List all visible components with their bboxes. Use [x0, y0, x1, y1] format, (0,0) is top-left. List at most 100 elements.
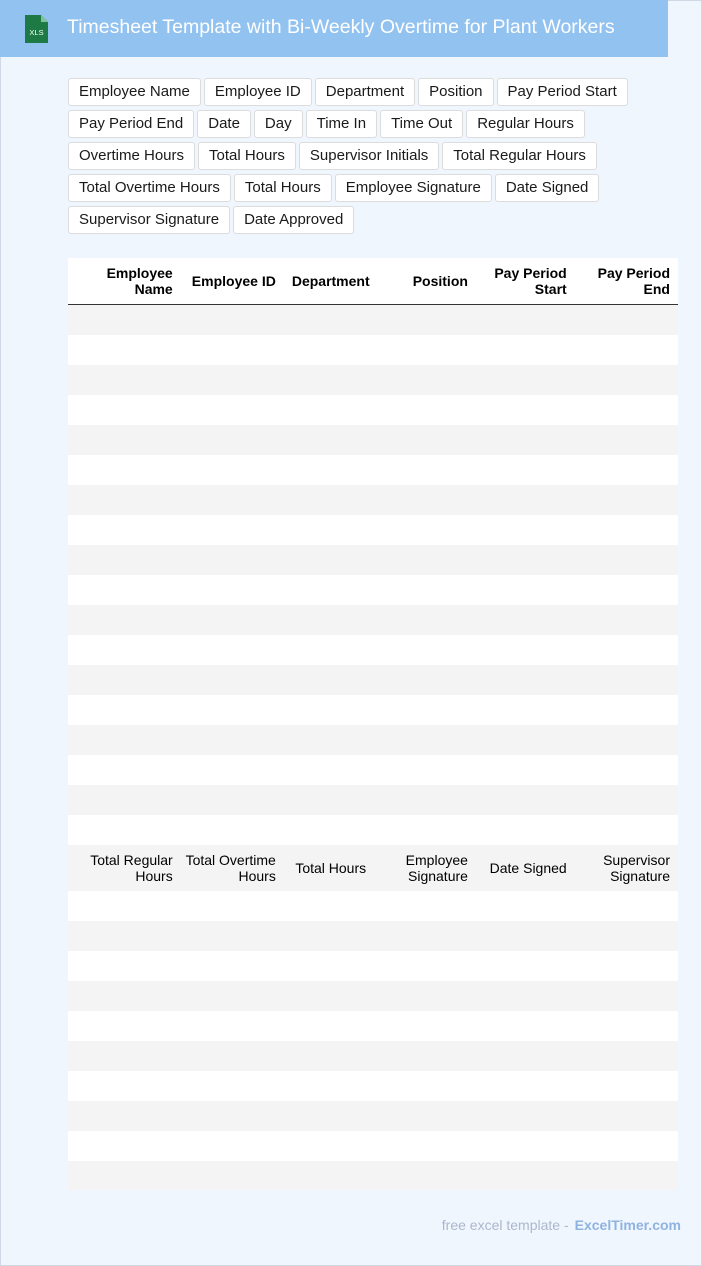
- table-cell[interactable]: [377, 695, 476, 725]
- table-cell[interactable]: [180, 335, 284, 365]
- table-cell[interactable]: [475, 395, 575, 425]
- table-cell[interactable]: [475, 1011, 575, 1041]
- table-cell[interactable]: [377, 1041, 476, 1071]
- table-cell[interactable]: [475, 785, 575, 815]
- table-cell[interactable]: [180, 665, 284, 695]
- table-cell[interactable]: [283, 1101, 378, 1131]
- table-cell[interactable]: [377, 335, 476, 365]
- table-cell[interactable]: [283, 951, 378, 981]
- table-cell[interactable]: [77, 1161, 181, 1190]
- table-cell[interactable]: [377, 605, 476, 635]
- table-cell[interactable]: [180, 395, 284, 425]
- table-cell[interactable]: [574, 335, 678, 365]
- table-cell[interactable]: [180, 635, 284, 665]
- table-cell[interactable]: [180, 304, 284, 335]
- table-cell[interactable]: [180, 1101, 284, 1131]
- table-cell[interactable]: [377, 545, 476, 575]
- table-cell[interactable]: [475, 575, 575, 605]
- table-cell[interactable]: [77, 785, 181, 815]
- table-cell[interactable]: [475, 1041, 575, 1071]
- table-cell[interactable]: [475, 304, 575, 335]
- table-cell[interactable]: [77, 725, 181, 755]
- table-cell[interactable]: [283, 575, 378, 605]
- table-cell[interactable]: [475, 891, 575, 921]
- table-cell[interactable]: [77, 951, 181, 981]
- table-cell[interactable]: [475, 335, 575, 365]
- table-cell[interactable]: [283, 755, 378, 785]
- table-cell[interactable]: [77, 1131, 181, 1161]
- table-cell[interactable]: [180, 545, 284, 575]
- table-cell[interactable]: [574, 425, 678, 455]
- table-cell[interactable]: [180, 1011, 284, 1041]
- table-cell[interactable]: [377, 1071, 476, 1101]
- table-cell[interactable]: [377, 981, 476, 1011]
- table-cell[interactable]: [574, 545, 678, 575]
- table-cell[interactable]: [377, 921, 476, 951]
- table-cell[interactable]: [475, 545, 575, 575]
- table-cell[interactable]: [475, 455, 575, 485]
- table-cell[interactable]: [574, 365, 678, 395]
- table-cell[interactable]: [77, 304, 181, 335]
- table-cell[interactable]: [377, 635, 476, 665]
- table-cell[interactable]: [180, 485, 284, 515]
- table-cell[interactable]: [574, 1101, 678, 1131]
- table-cell[interactable]: [180, 891, 284, 921]
- table-cell[interactable]: [574, 1161, 678, 1190]
- table-cell[interactable]: [283, 365, 378, 395]
- table-cell[interactable]: [574, 725, 678, 755]
- table-cell[interactable]: [77, 365, 181, 395]
- table-cell[interactable]: [574, 951, 678, 981]
- table-cell[interactable]: [180, 1131, 284, 1161]
- table-cell[interactable]: [283, 695, 378, 725]
- table-cell[interactable]: [180, 1071, 284, 1101]
- table-cell[interactable]: [574, 485, 678, 515]
- table-cell[interactable]: [574, 1131, 678, 1161]
- table-cell[interactable]: [77, 485, 181, 515]
- table-cell[interactable]: [377, 425, 476, 455]
- table-cell[interactable]: [283, 815, 378, 845]
- table-cell[interactable]: [283, 395, 378, 425]
- table-cell[interactable]: [77, 921, 181, 951]
- table-cell[interactable]: [475, 815, 575, 845]
- table-cell[interactable]: [77, 515, 181, 545]
- table-cell[interactable]: [283, 725, 378, 755]
- table-cell[interactable]: [180, 605, 284, 635]
- table-cell[interactable]: [283, 425, 378, 455]
- table-cell[interactable]: [475, 1071, 575, 1101]
- table-cell[interactable]: [77, 891, 181, 921]
- table-cell[interactable]: [283, 891, 378, 921]
- table-cell[interactable]: [77, 635, 181, 665]
- table-cell[interactable]: [77, 665, 181, 695]
- table-cell[interactable]: [180, 725, 284, 755]
- table-cell[interactable]: [283, 605, 378, 635]
- table-cell[interactable]: [377, 1011, 476, 1041]
- table-cell[interactable]: [475, 365, 575, 395]
- table-cell[interactable]: [180, 695, 284, 725]
- table-cell[interactable]: [574, 921, 678, 951]
- table-cell[interactable]: [574, 1011, 678, 1041]
- table-cell[interactable]: [475, 725, 575, 755]
- table-cell[interactable]: [283, 515, 378, 545]
- table-cell[interactable]: [377, 304, 476, 335]
- table-cell[interactable]: [574, 304, 678, 335]
- table-cell[interactable]: [77, 1071, 181, 1101]
- table-cell[interactable]: [77, 1041, 181, 1071]
- table-cell[interactable]: [475, 425, 575, 455]
- table-cell[interactable]: [180, 575, 284, 605]
- table-cell[interactable]: [475, 605, 575, 635]
- table-cell[interactable]: [77, 1011, 181, 1041]
- table-cell[interactable]: [377, 1161, 476, 1190]
- table-cell[interactable]: [283, 785, 378, 815]
- table-cell[interactable]: [377, 395, 476, 425]
- table-cell[interactable]: [283, 1131, 378, 1161]
- table-cell[interactable]: [77, 455, 181, 485]
- table-cell[interactable]: [475, 1131, 575, 1161]
- table-cell[interactable]: [377, 665, 476, 695]
- table-cell[interactable]: [77, 425, 181, 455]
- table-cell[interactable]: [180, 921, 284, 951]
- table-cell[interactable]: [180, 785, 284, 815]
- table-cell[interactable]: [574, 605, 678, 635]
- table-cell[interactable]: [377, 815, 476, 845]
- table-cell[interactable]: [377, 485, 476, 515]
- table-cell[interactable]: [377, 575, 476, 605]
